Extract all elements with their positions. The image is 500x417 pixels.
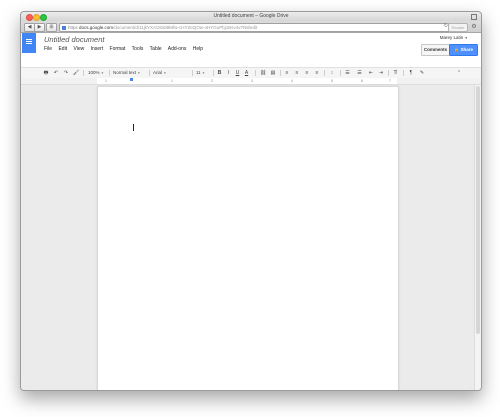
user-menu[interactable]: Marey Latin ▾ <box>440 35 467 40</box>
link-icon[interactable]: ⛓ <box>259 69 267 77</box>
text-cursor <box>133 124 134 131</box>
align-left-icon[interactable]: ≡ <box>283 69 291 77</box>
line-spacing-icon[interactable]: ↕ <box>327 69 337 77</box>
ruler-number: 4 <box>291 78 293 83</box>
align-justify-icon[interactable]: ≡ <box>313 69 321 77</box>
comments-button[interactable]: Comments <box>421 44 450 56</box>
chevron-down-icon: ▾ <box>465 36 467 40</box>
document-page[interactable] <box>97 86 399 390</box>
comment-icon[interactable]: ▤ <box>269 69 277 77</box>
redo-icon[interactable]: ↷ <box>62 69 70 77</box>
reader-button[interactable]: Reader <box>448 23 468 32</box>
menu-file[interactable]: File <box>44 46 52 52</box>
italic-button[interactable]: I <box>225 69 232 77</box>
ruler-number: 5 <box>331 78 333 83</box>
bulleted-list-icon[interactable]: ☰ <box>355 69 364 77</box>
close-window-button[interactable] <box>26 14 33 21</box>
zoom-window-button[interactable] <box>40 14 47 21</box>
tabs-icon: ⊞ <box>49 24 54 30</box>
align-right-icon[interactable]: ≡ <box>303 69 311 77</box>
undo-icon[interactable]: ↶ <box>52 69 60 77</box>
ruler-number: 1 <box>105 78 107 83</box>
window-title: Untitled document – Google Drive <box>213 13 289 19</box>
ruler-number: 3 <box>251 78 253 83</box>
docs-header: Untitled document File Edit View Insert … <box>21 33 481 67</box>
font-select[interactable]: Arial <box>153 69 189 77</box>
menu-edit[interactable]: Edit <box>58 46 67 52</box>
print-icon[interactable]: 🖶 <box>42 69 50 77</box>
lock-icon: 🔒 <box>454 47 459 52</box>
user-name: Marey Latin <box>439 35 464 40</box>
bold-button[interactable]: B <box>216 69 223 77</box>
ruler-number: 7 <box>389 78 391 83</box>
input-tools-icon[interactable]: ¶ <box>407 69 415 77</box>
decrease-indent-icon[interactable]: ⇤ <box>367 69 375 77</box>
url-scheme: https <box>68 25 78 30</box>
share-button[interactable]: 🔒 Share <box>449 44 478 56</box>
menu-help[interactable]: Help <box>193 46 203 52</box>
text-color-button[interactable]: A <box>243 69 250 77</box>
ruler-number: 1 <box>171 78 173 83</box>
tabs-button[interactable]: ⊞ <box>46 23 57 32</box>
title-bar: Untitled document – Google Drive <box>21 12 481 21</box>
document-title[interactable]: Untitled document <box>44 35 104 44</box>
indent-marker[interactable] <box>130 78 133 81</box>
menu-tools[interactable]: Tools <box>132 46 144 52</box>
vertical-scrollbar[interactable] <box>474 85 481 390</box>
ruler-page <box>97 78 397 84</box>
underline-button[interactable]: U <box>234 69 241 77</box>
style-select[interactable]: Normal text <box>113 69 145 77</box>
zoom-select[interactable]: 100% <box>88 69 108 77</box>
back-icon: ◀ <box>27 24 32 30</box>
favicon-icon <box>62 25 66 30</box>
url-path: /document/d/11jkYXAOi0dI8Mfw-cHYZeQOw-oH… <box>113 25 258 30</box>
browser-window: Untitled document – Google Drive ◀ ▶ ⊞ h… <box>20 11 482 391</box>
align-center-icon[interactable]: ≡ <box>293 69 301 77</box>
browser-toolbar: ◀ ▶ ⊞ https docs.google.com/document/d/1… <box>21 21 481 33</box>
forward-icon: ▶ <box>37 24 42 30</box>
edit-mode-icon[interactable]: ✎ <box>418 69 426 77</box>
increase-indent-icon[interactable]: ⇥ <box>377 69 385 77</box>
scrollbar-thumb[interactable] <box>476 86 480 334</box>
font-size-select[interactable]: 11 <box>196 69 210 77</box>
menu-insert[interactable]: Insert <box>91 46 104 52</box>
address-bar[interactable]: https docs.google.com/document/d/11jkYXA… <box>59 23 453 32</box>
minimize-window-button[interactable] <box>33 14 40 21</box>
url-host: docs.google.com <box>79 25 114 30</box>
forward-button[interactable]: ▶ <box>34 23 45 32</box>
fullscreen-icon[interactable] <box>471 14 477 20</box>
ruler-number: 6 <box>361 78 363 83</box>
menu-bar: File Edit View Insert Format Tools Table… <box>44 46 208 52</box>
menu-table[interactable]: Table <box>150 46 162 52</box>
paint-format-icon[interactable]: 🖌 <box>72 69 80 77</box>
document-canvas <box>21 85 475 390</box>
ruler: 1 1 2 3 4 5 6 7 <box>21 78 481 85</box>
menu-view[interactable]: View <box>73 46 84 52</box>
menu-add-ons[interactable]: Add-ons <box>168 46 187 52</box>
ruler-number: 2 <box>211 78 213 83</box>
clear-formatting-icon[interactable]: T̸ <box>391 69 399 77</box>
share-label: Share <box>460 47 473 52</box>
menu-format[interactable]: Format <box>110 46 126 52</box>
docs-logo-icon[interactable] <box>22 33 36 53</box>
collapse-menu-icon[interactable]: ⌃ <box>455 69 463 77</box>
gear-icon[interactable]: ⚙ <box>470 23 478 31</box>
numbered-list-icon[interactable]: ☰ <box>343 69 352 77</box>
